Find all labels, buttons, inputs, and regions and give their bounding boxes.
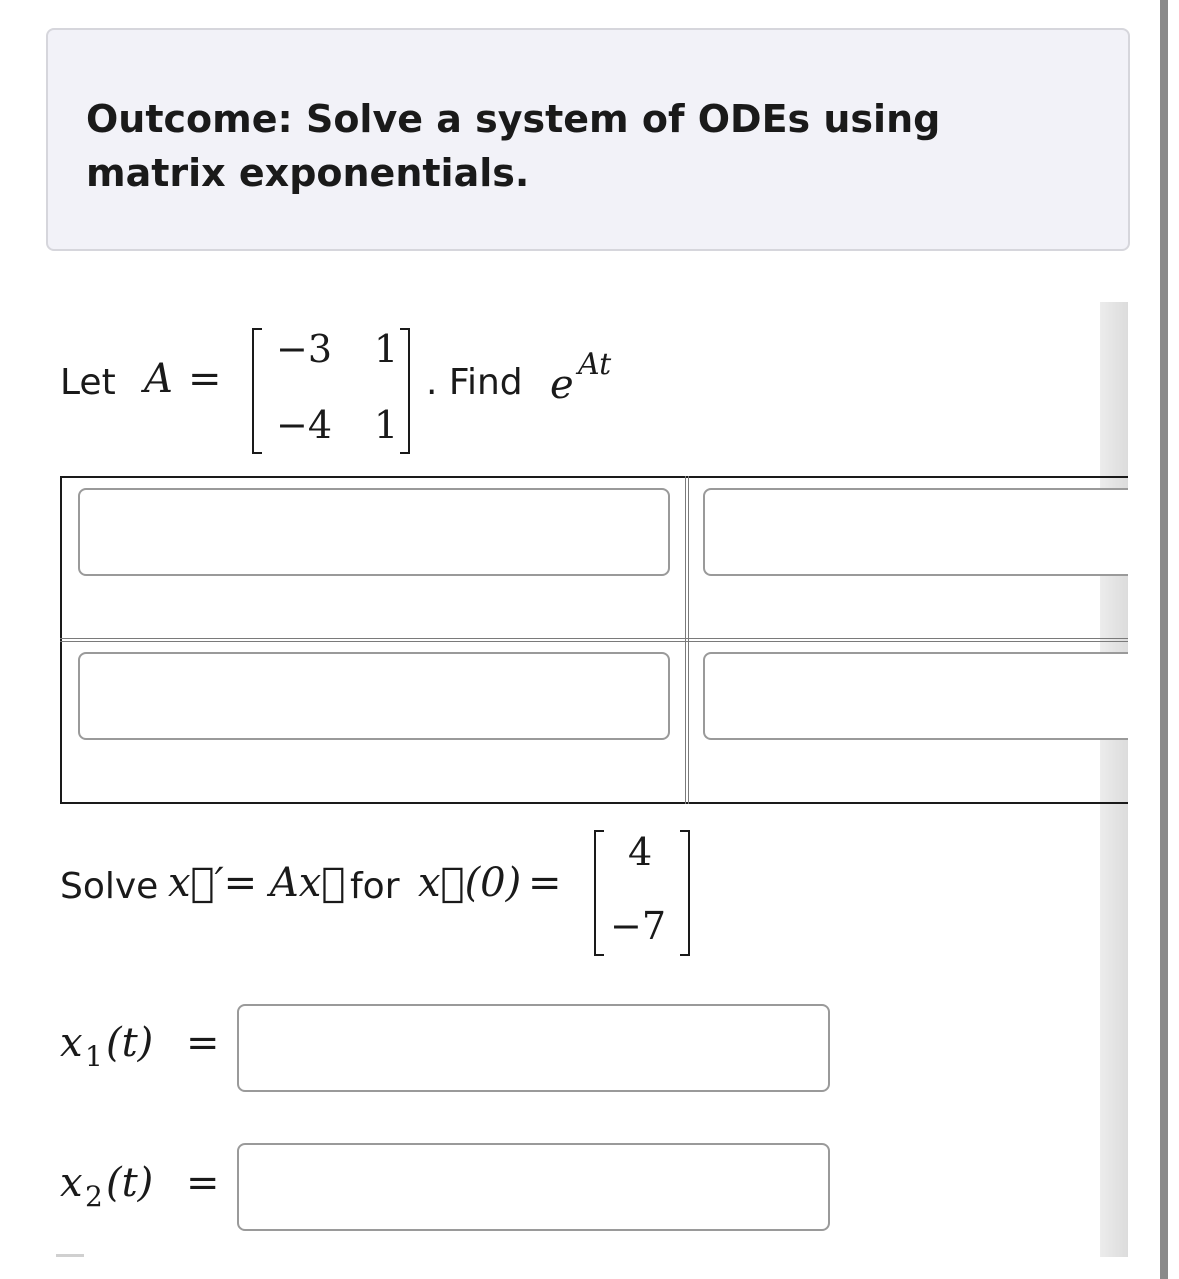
- x1-input[interactable]: [237, 1004, 830, 1092]
- ode-equation: x⃗′= Ax⃗: [168, 860, 346, 906]
- vector-right-bracket: [680, 830, 690, 956]
- equals-sign: =: [186, 1020, 220, 1066]
- find-text: . Find: [426, 362, 523, 403]
- exp-base: e: [550, 362, 574, 408]
- matrix-answer-input-r1c2[interactable]: [703, 488, 1128, 576]
- bottom-divider-fragment: [56, 1254, 84, 1257]
- scrollbar-edge[interactable]: [1160, 0, 1168, 1279]
- matrix-answer-input-r2c1[interactable]: [78, 652, 670, 740]
- outcome-text: Outcome: Solve a system of ODEs using ma…: [86, 97, 941, 195]
- matrix-answer-input-r1c1[interactable]: [78, 488, 670, 576]
- matrix-cell: −3: [276, 327, 333, 371]
- x2-input[interactable]: [237, 1143, 830, 1231]
- for-word: for: [350, 866, 400, 907]
- matrix-name: A: [144, 356, 173, 402]
- x2-argument: (t): [106, 1160, 154, 1206]
- table-row-divider: [60, 638, 1128, 642]
- equals-sign: =: [186, 1160, 220, 1206]
- x2-label: x: [60, 1160, 83, 1206]
- x1-subscript: 1: [85, 1040, 103, 1073]
- exp-power: At: [578, 347, 612, 382]
- x1-argument: (t): [106, 1020, 154, 1066]
- solve-word: Solve: [60, 866, 159, 907]
- matrix-cell: −4: [276, 403, 333, 447]
- outcome-panel: Outcome: Solve a system of ODEs using ma…: [46, 28, 1130, 251]
- matrix-left-bracket: [252, 328, 262, 454]
- matrix-answer-input-r2c2[interactable]: [703, 652, 1128, 740]
- table-column-divider: [685, 476, 689, 804]
- equals-sign: =: [528, 860, 562, 906]
- x1-label: x: [60, 1020, 83, 1066]
- matrix-right-bracket: [400, 328, 410, 454]
- matrix-cell: 1: [374, 403, 399, 447]
- vector-entry: 4: [628, 830, 653, 874]
- x2-subscript: 2: [85, 1180, 103, 1213]
- initial-condition: x⃗(0): [418, 860, 522, 906]
- let-word: Let: [60, 362, 116, 403]
- matrix-cell: 1: [374, 327, 399, 371]
- equals-sign: =: [188, 356, 222, 402]
- vector-entry: −7: [610, 904, 667, 948]
- vector-left-bracket: [594, 830, 604, 956]
